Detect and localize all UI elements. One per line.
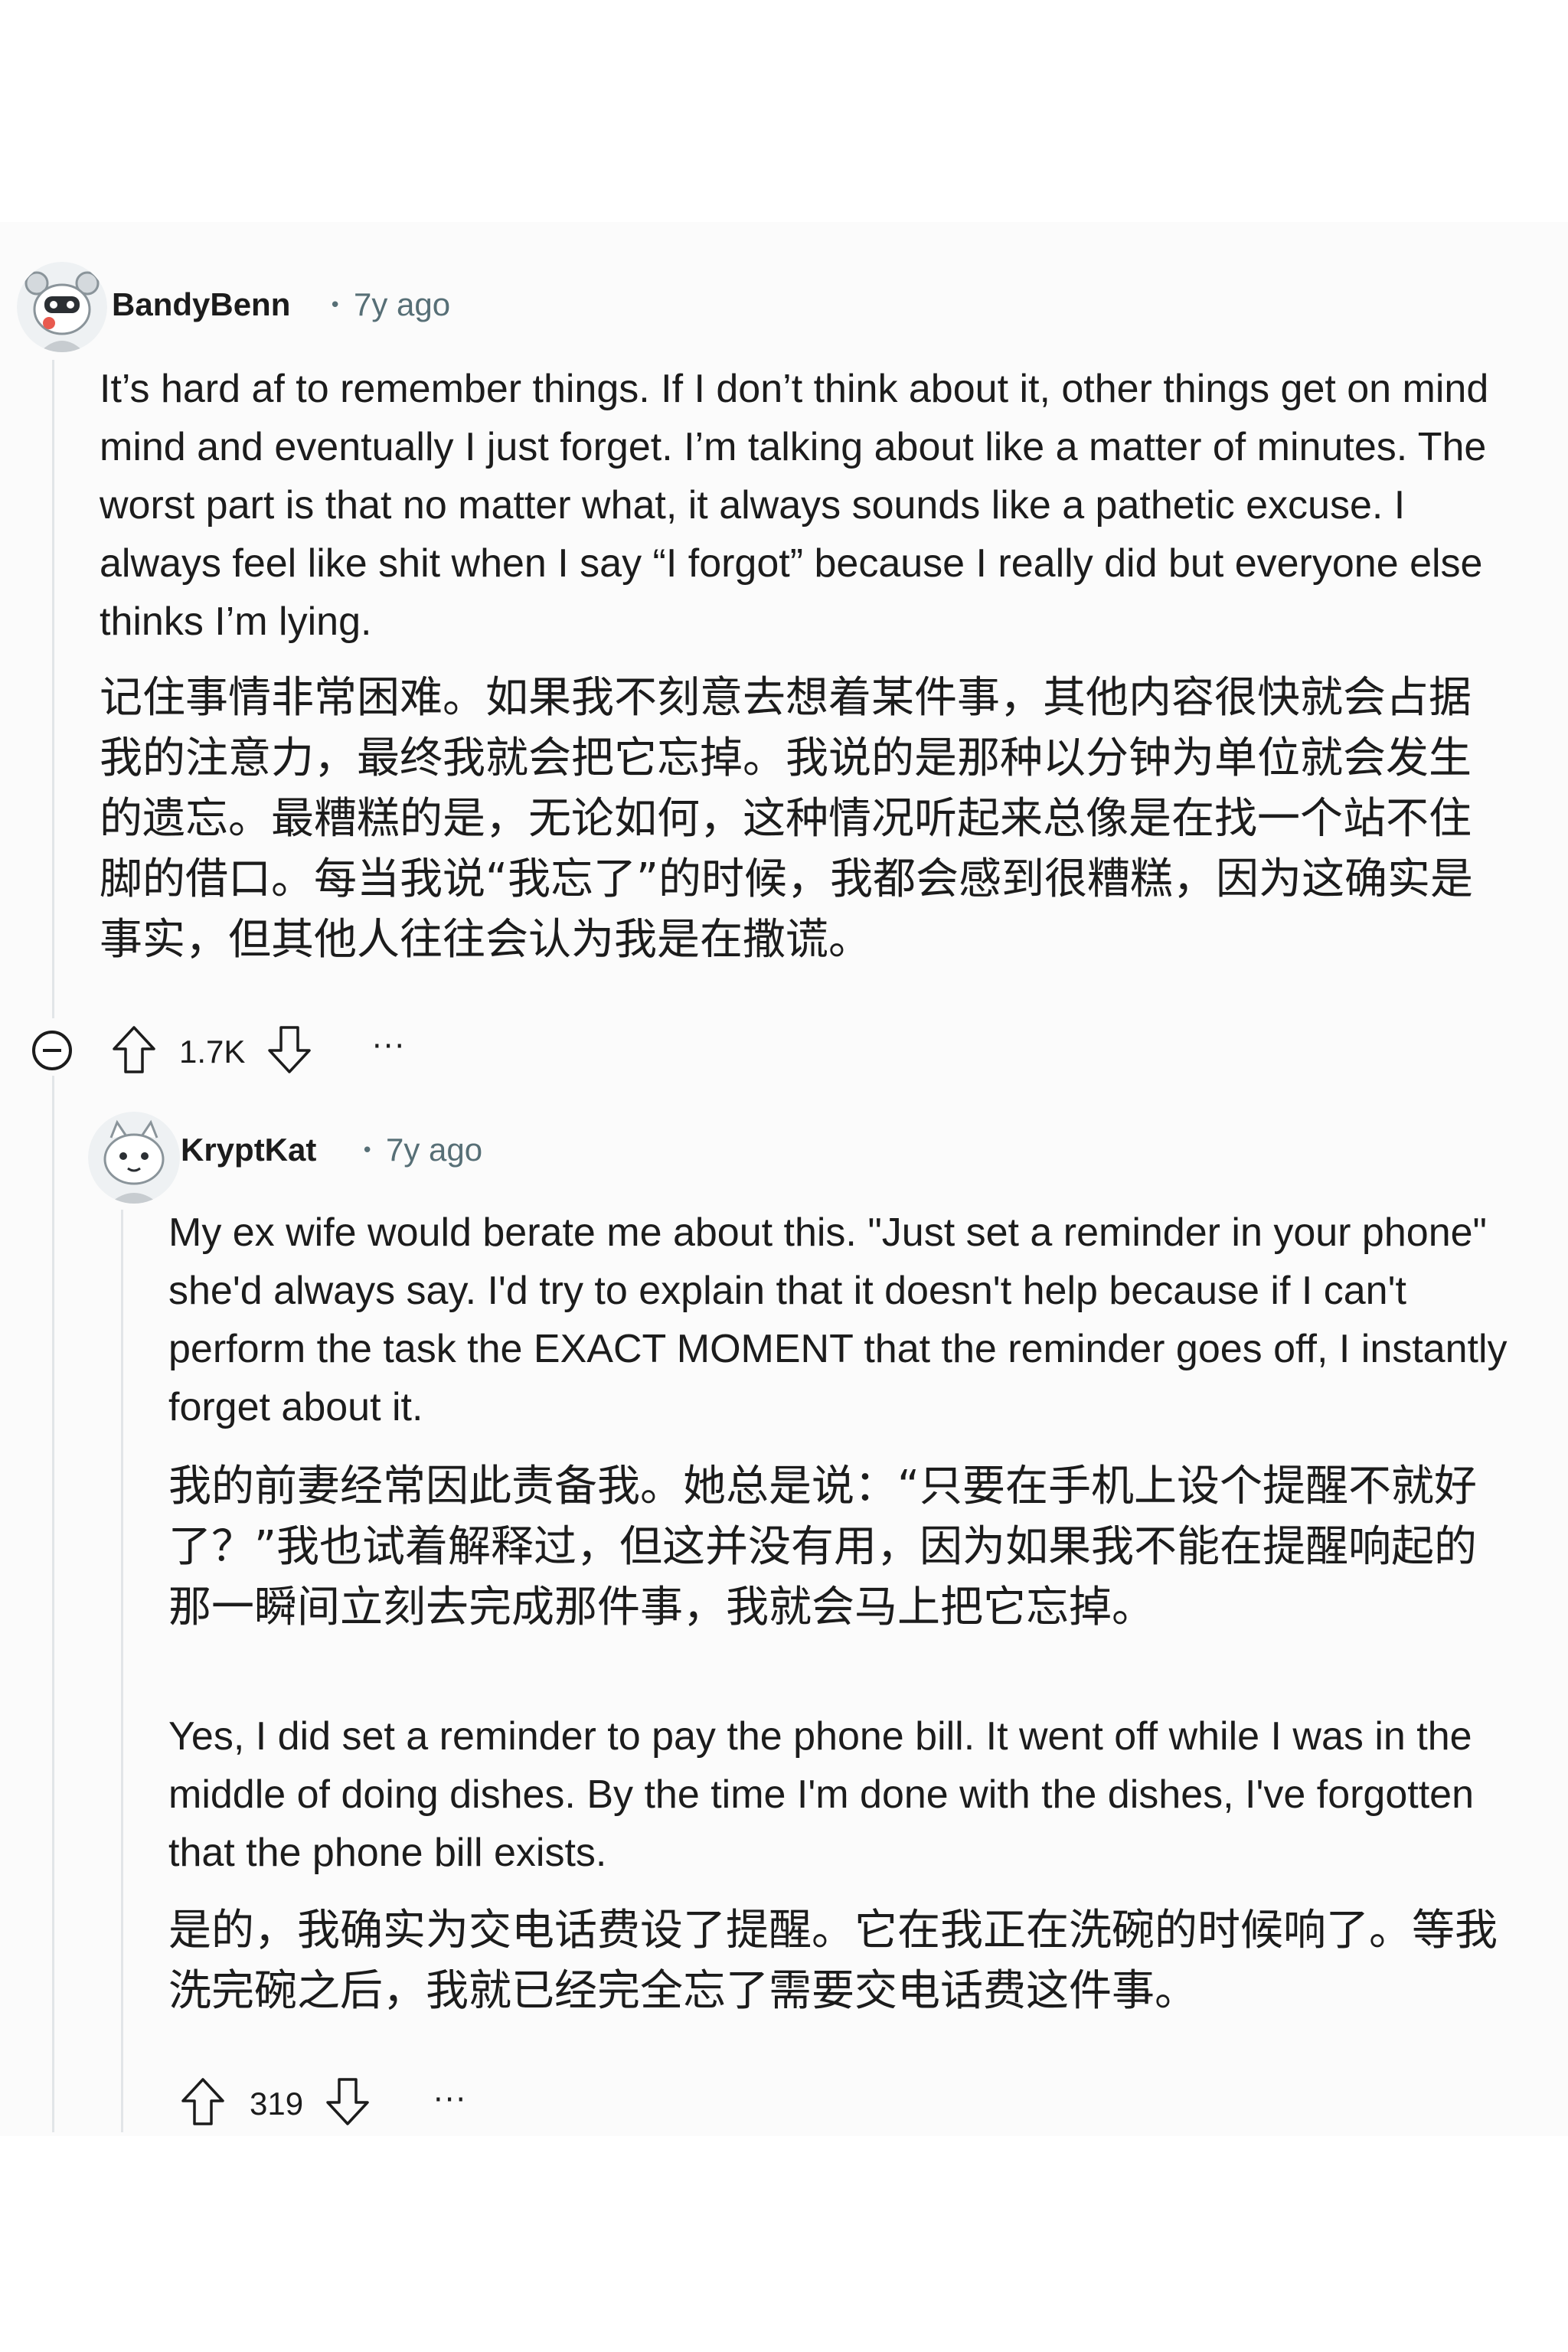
comment-body-en-2: Yes, I did set a reminder to pay the pho… — [168, 1714, 1475, 1875]
thread-line-root[interactable] — [52, 360, 54, 1018]
avatar[interactable] — [88, 1112, 180, 1204]
vote-count: 1.7K — [179, 1034, 246, 1070]
collapse-minus-icon[interactable] — [31, 1029, 74, 1072]
upvote-arrow-icon[interactable] — [180, 2076, 226, 2127]
downvote-arrow-icon[interactable] — [325, 2076, 371, 2127]
separator-dot: • — [361, 1139, 374, 1162]
cat-snoo-avatar-icon — [88, 1112, 180, 1204]
timestamp[interactable]: 7y ago — [386, 1132, 482, 1168]
comment-body-zh: 我的前妻经常因此责备我。她总是说：“只要在手机上设个提醒不就好了？”我也试着解释… — [168, 1462, 1478, 1632]
avatar[interactable] — [17, 262, 107, 352]
comment-body-en: My ex wife would berate me about this. "… — [168, 1210, 1508, 1429]
comment-body-en: It’s hard af to remember things. If I do… — [100, 367, 1489, 644]
comment-body-zh-2: 是的，我确实为交电话费设了提醒。它在我正在洗碗的时候响了。等我洗完碗之后，我就已… — [168, 1906, 1498, 2016]
timestamp[interactable]: 7y ago — [354, 286, 450, 323]
upvote-arrow-icon[interactable] — [111, 1024, 157, 1075]
comment-body-zh: 记住事情非常困难。如果我不刻意去想着某件事，其他内容很快就会占据我的注意力，最终… — [100, 673, 1474, 965]
more-options-icon[interactable]: ··· — [372, 1029, 406, 1064]
username[interactable]: BandyBenn — [112, 286, 290, 323]
username[interactable]: KryptKat — [181, 1132, 316, 1168]
robot-snoo-avatar-icon — [17, 262, 107, 352]
more-options-icon[interactable]: ··· — [433, 2082, 467, 2118]
separator-dot: • — [329, 294, 341, 317]
thread-line-root-lower[interactable] — [52, 1076, 54, 2132]
downvote-arrow-icon[interactable] — [266, 1024, 312, 1075]
vote-count: 319 — [250, 2086, 304, 2122]
thread-line-reply[interactable] — [121, 1210, 123, 2132]
